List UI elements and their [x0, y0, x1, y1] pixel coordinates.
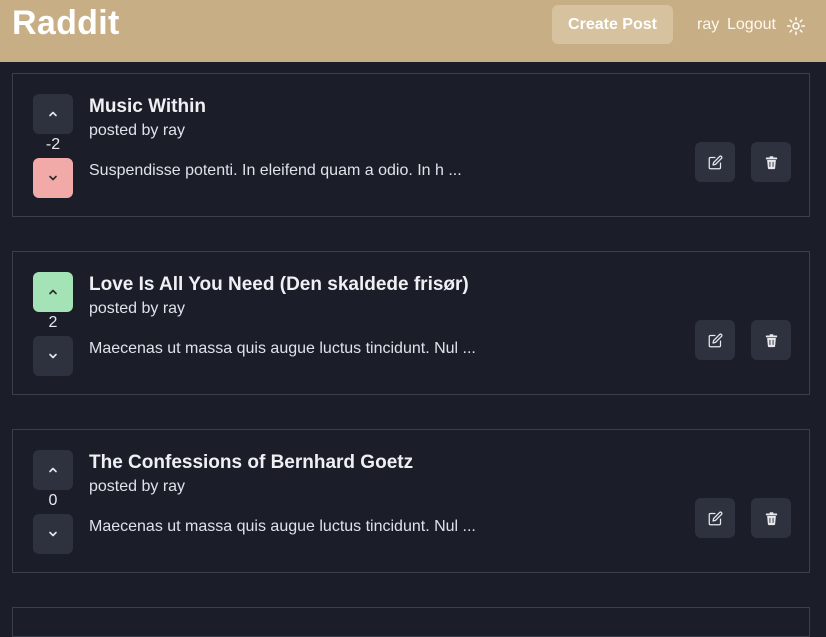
vote-score: 0: [48, 492, 58, 509]
post-title[interactable]: Music Within: [89, 96, 206, 118]
brand-logo[interactable]: Raddit: [12, 4, 120, 43]
post-excerpt: Suspendisse potenti. In eleifend quam a …: [89, 162, 462, 179]
post-card: 0 The Confessions of Bernhard Goetz post…: [12, 429, 810, 573]
upvote-button[interactable]: [33, 450, 73, 490]
vote-score: 2: [48, 314, 58, 331]
upvote-button[interactable]: [33, 272, 73, 312]
chevron-up-icon: [49, 467, 57, 473]
chevron-down-icon: [49, 353, 57, 359]
navbar: Raddit Create Post ray Logout: [0, 0, 826, 62]
post-card: [12, 607, 810, 637]
chevron-up-icon: [49, 111, 57, 117]
post-title[interactable]: Love Is All You Need (Den skaldede frisø…: [89, 274, 469, 296]
edit-button[interactable]: [695, 498, 735, 538]
edit-button[interactable]: [695, 320, 735, 360]
downvote-button[interactable]: [33, 158, 73, 198]
sun-icon[interactable]: [787, 17, 805, 35]
current-username: ray: [697, 16, 720, 33]
vote-score: -2: [45, 136, 61, 153]
chevron-down-icon: [49, 175, 57, 181]
post-card: -2 Music Within posted by ray Suspendiss…: [12, 73, 810, 217]
edit-button[interactable]: [695, 142, 735, 182]
post-card: 2 Love Is All You Need (Den skaldede fri…: [12, 251, 810, 395]
trash-icon: [765, 155, 777, 169]
post-author: posted by ray: [89, 300, 186, 317]
downvote-button[interactable]: [33, 514, 73, 554]
edit-icon: [708, 155, 722, 169]
trash-icon: [765, 511, 777, 525]
post-author: posted by ray: [89, 478, 186, 495]
chevron-up-icon: [49, 289, 57, 295]
delete-button[interactable]: [751, 320, 791, 360]
post-author: posted by ray: [89, 122, 186, 139]
create-post-button[interactable]: Create Post: [552, 5, 673, 44]
post-excerpt: Maecenas ut massa quis augue luctus tinc…: [89, 340, 476, 357]
logout-link[interactable]: Logout: [727, 16, 776, 34]
edit-icon: [708, 333, 722, 347]
chevron-down-icon: [49, 531, 57, 537]
delete-button[interactable]: [751, 498, 791, 538]
delete-button[interactable]: [751, 142, 791, 182]
upvote-button[interactable]: [33, 94, 73, 134]
post-excerpt: Maecenas ut massa quis augue luctus tinc…: [89, 518, 476, 535]
edit-icon: [708, 511, 722, 525]
downvote-button[interactable]: [33, 336, 73, 376]
trash-icon: [765, 333, 777, 347]
post-title[interactable]: The Confessions of Bernhard Goetz: [89, 452, 413, 474]
